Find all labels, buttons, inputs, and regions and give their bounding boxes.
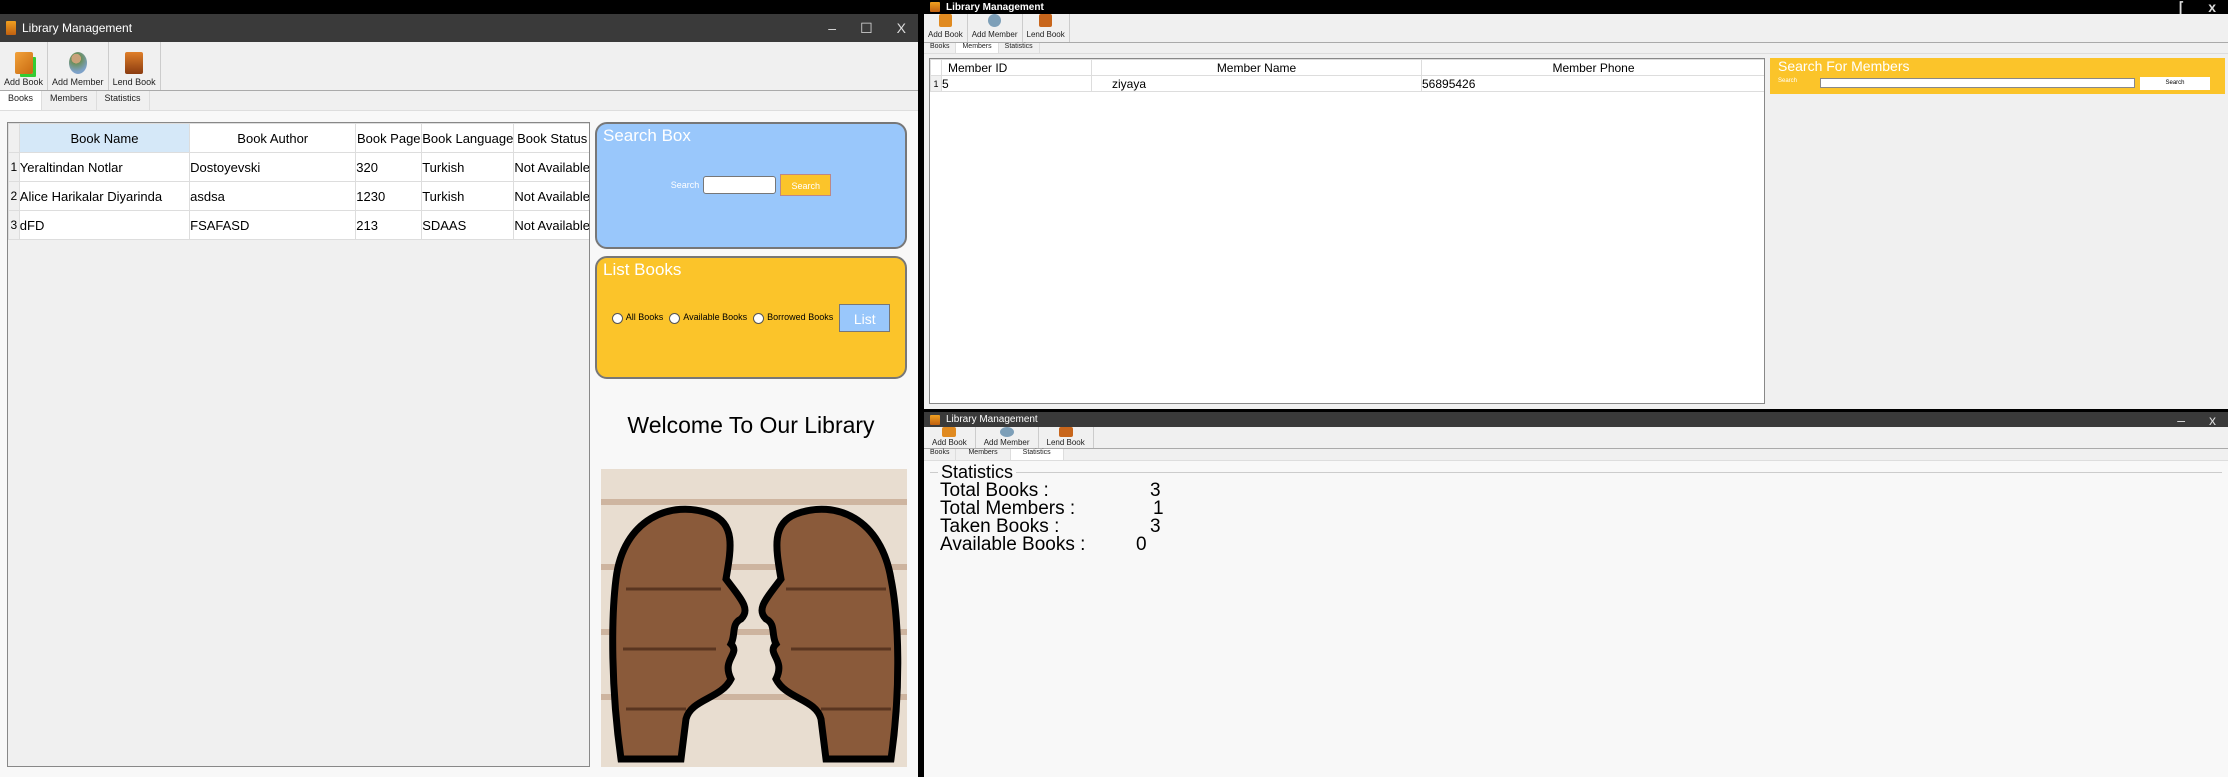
- tab-bar: Books Members Statistics: [0, 91, 918, 111]
- tab-statistics[interactable]: Statistics: [1010, 449, 1064, 460]
- app-icon: [930, 414, 940, 425]
- lend-book-button[interactable]: Lend Book: [109, 42, 161, 90]
- search-members-panel: Search For Members Search Search: [1770, 58, 2225, 94]
- stat-available-books: Available Books :0: [940, 534, 1147, 555]
- search-box-title: Search Box: [603, 126, 691, 145]
- tab-statistics[interactable]: Statistics: [999, 43, 1040, 53]
- app-icon: [930, 2, 940, 12]
- radio-borrowed-books[interactable]: Borrowed Books: [753, 312, 833, 324]
- add-book-button[interactable]: Add Book: [924, 14, 968, 42]
- radio-available-books[interactable]: Available Books: [669, 312, 747, 324]
- add-book-button[interactable]: Add Book: [924, 427, 976, 448]
- add-member-button[interactable]: Add Member: [48, 42, 109, 90]
- list-button[interactable]: List: [839, 304, 891, 332]
- add-book-icon: [938, 14, 952, 27]
- search-label: Search: [1778, 78, 1798, 84]
- title-bar: Library Management – ☐ X: [0, 14, 918, 42]
- col-member-phone[interactable]: Member Phone: [1421, 59, 1764, 76]
- list-books-title: List Books: [603, 260, 682, 279]
- lend-book-icon: [1039, 14, 1053, 27]
- tab-books[interactable]: Books: [924, 43, 957, 53]
- lend-book-icon: [1058, 427, 1073, 437]
- welcome-text: Welcome To Our Library: [627, 412, 875, 438]
- library-heads-image: [601, 469, 907, 767]
- tab-members[interactable]: Members: [956, 43, 999, 53]
- table-row[interactable]: 2 Alice Harikalar Diyarinda asdsa 1230 Turki…: [8, 181, 589, 211]
- tab-statistics[interactable]: Statistics: [97, 91, 150, 110]
- col-book-page[interactable]: Book Page: [355, 123, 423, 153]
- radio-all-books[interactable]: All Books: [611, 312, 663, 324]
- add-member-button[interactable]: Add Member: [976, 427, 1039, 448]
- table-row[interactable]: 1 5 ziyaya 56895426: [930, 75, 1764, 92]
- search-label: Search: [670, 180, 700, 190]
- search-input[interactable]: [703, 176, 777, 194]
- tab-members[interactable]: Members: [42, 91, 97, 110]
- col-member-id[interactable]: Member ID: [941, 59, 1092, 76]
- col-book-status[interactable]: Book Status: [513, 123, 589, 153]
- col-book-name[interactable]: Book Name: [18, 123, 191, 153]
- title-bar: Library Management – x: [924, 412, 2228, 428]
- lend-book-icon: [125, 52, 144, 74]
- lend-book-button[interactable]: Lend Book: [1039, 427, 1094, 448]
- member-search-input[interactable]: [1820, 78, 2135, 88]
- col-member-name[interactable]: Member Name: [1091, 59, 1422, 76]
- col-book-author[interactable]: Book Author: [189, 123, 357, 153]
- tab-bar: Books Members Statistics: [924, 449, 2228, 461]
- close-button[interactable]: X: [897, 20, 906, 37]
- books-window: Library Management – ☐ X Add Book Add Memb…: [0, 14, 918, 777]
- col-book-language[interactable]: Book Language: [421, 123, 515, 153]
- add-book-icon: [14, 52, 33, 74]
- statistics-list: Total Books :3 Total Members :1 Taken Bo…: [940, 481, 1164, 555]
- list-books-panel: List Books All Books Available Books Bor…: [595, 256, 907, 379]
- add-member-icon: [68, 52, 87, 74]
- add-book-icon: [942, 427, 957, 437]
- members-table[interactable]: Member ID Member Name Member Phone 1 5 ziy…: [929, 58, 1765, 404]
- app-icon: [6, 21, 16, 35]
- window-title: Library Management: [22, 21, 133, 35]
- member-search-button[interactable]: Search: [2140, 77, 2210, 90]
- books-table[interactable]: Book Name Book Author Book Page Book Lan…: [7, 122, 590, 767]
- add-book-button[interactable]: Add Book: [0, 42, 49, 90]
- toolbar: Add Book Add Member Lend Book: [924, 14, 2228, 43]
- lend-book-button[interactable]: Lend Book: [1023, 14, 1070, 42]
- minimize-button[interactable]: –: [828, 20, 836, 37]
- search-box-panel: Search Box Search Search: [595, 122, 907, 249]
- minimize-button[interactable]: –: [2177, 412, 2185, 428]
- maximize-button[interactable]: ☐: [860, 20, 873, 37]
- table-row[interactable]: 1 Yeraltindan Notlar Dostoyevski 320 Turkish…: [8, 152, 589, 182]
- search-button[interactable]: Search: [780, 174, 832, 196]
- statistics-group: [930, 472, 2222, 473]
- add-member-icon: [999, 427, 1014, 437]
- tab-books[interactable]: Books: [924, 449, 957, 460]
- close-button[interactable]: x: [2209, 412, 2216, 428]
- add-member-icon: [988, 14, 1002, 27]
- table-row[interactable]: 3 dFD FSAFASD 213 SDAAS Not Available: [8, 210, 589, 240]
- window-title: Library Management: [946, 1, 1044, 13]
- search-members-title: Search For Members: [1778, 58, 1910, 74]
- toolbar: Add Book Add Member Lend Book: [924, 427, 2228, 449]
- toolbar: Add Book Add Member Lend Book: [0, 42, 918, 91]
- title-bar: Library Management ⌈ x: [924, 0, 2228, 15]
- tab-members[interactable]: Members: [956, 449, 1011, 460]
- add-member-button[interactable]: Add Member: [968, 14, 1023, 42]
- tab-bar: Books Members Statistics: [924, 43, 2228, 54]
- members-window: Library Management ⌈ x Add Book Add Membe…: [924, 0, 2228, 409]
- tab-books[interactable]: Books: [0, 91, 43, 110]
- window-title: Library Management: [946, 414, 1038, 425]
- statistics-window: Library Management – x Add Book Add Membe…: [924, 412, 2228, 777]
